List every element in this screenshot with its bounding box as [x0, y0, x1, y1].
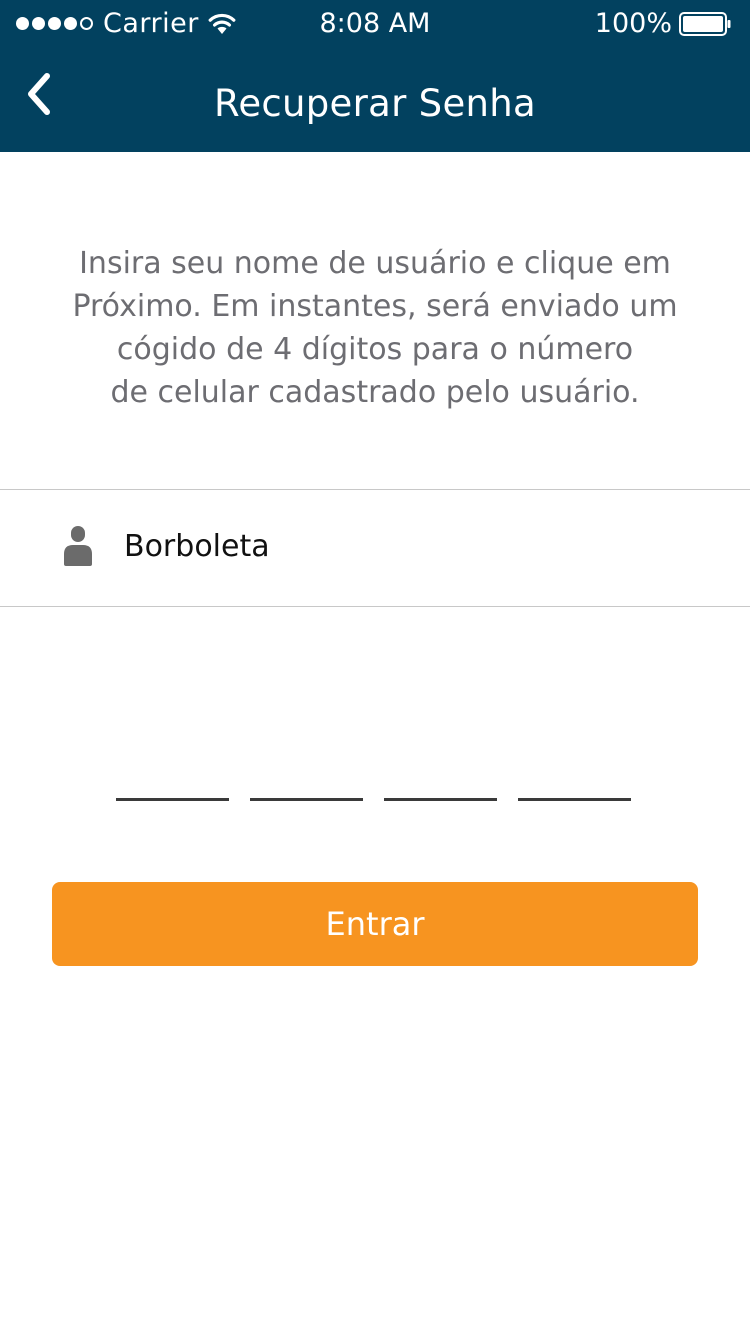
status-bar: Carrier 8:08 AM 100%: [0, 0, 750, 48]
code-digit-1[interactable]: [116, 760, 229, 801]
username-field: [0, 489, 750, 607]
enter-button[interactable]: Entrar: [52, 882, 698, 966]
verification-code: [116, 760, 632, 801]
instructions-line: de celular cadastrado pelo usuário.: [110, 375, 640, 410]
page-title: Recuperar Senha: [213, 82, 537, 125]
instructions-line: Próximo. Em instantes, será enviado um: [72, 289, 678, 324]
instructions-text: Insira seu nome de usuário e clique em P…: [40, 242, 710, 414]
user-icon: [64, 526, 92, 566]
instructions-line: Insira seu nome de usuário e clique em: [79, 246, 671, 281]
recover-password-screen: Carrier 8:08 AM 100% Recuperar Senha Ins…: [0, 0, 750, 1334]
header: Carrier 8:08 AM 100% Recuperar Senha: [0, 0, 750, 152]
code-digit-3[interactable]: [384, 760, 497, 801]
navigation-bar: Recuperar Senha: [0, 48, 750, 152]
code-digit-4[interactable]: [518, 760, 631, 801]
battery-percentage: 100%: [594, 8, 672, 39]
username-input[interactable]: [124, 518, 704, 574]
code-digit-2[interactable]: [250, 760, 363, 801]
battery-icon: [679, 12, 731, 36]
instructions-line: cógido de 4 dígitos para o número: [116, 332, 634, 367]
